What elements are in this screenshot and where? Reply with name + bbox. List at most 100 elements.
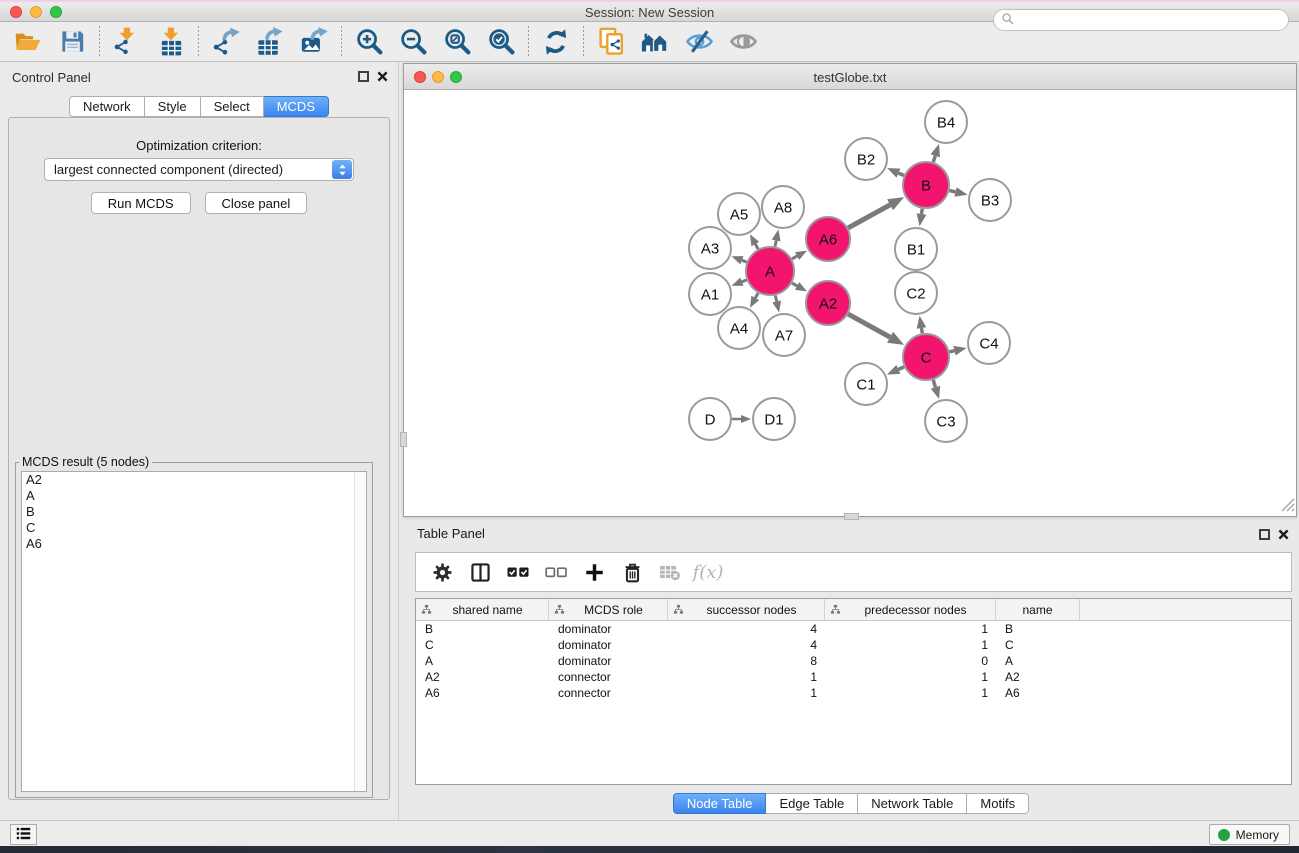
table-cell[interactable]: dominator [549, 637, 668, 653]
graph-node-B1[interactable] [895, 228, 937, 270]
delete-column-icon[interactable] [616, 556, 648, 588]
graph-node-A5[interactable] [718, 193, 760, 235]
graph-node-B2[interactable] [845, 138, 887, 180]
mcds-result-item[interactable]: A [22, 488, 366, 504]
table-cell[interactable]: A2 [416, 669, 549, 685]
graph-node-A6[interactable] [806, 217, 850, 261]
export-table-icon[interactable] [248, 24, 292, 60]
table-cell[interactable]: 1 [825, 685, 996, 701]
result-scrollbar[interactable] [354, 472, 366, 791]
graph-edge[interactable] [792, 283, 797, 286]
graph-node-A8[interactable] [762, 186, 804, 228]
table-row[interactable]: Bdominator41B [416, 621, 1291, 637]
graph-edge[interactable] [755, 244, 758, 249]
column-header-successor-nodes[interactable]: successor nodes [668, 599, 825, 620]
tab-style[interactable]: Style [145, 96, 201, 117]
graph-node-B[interactable] [903, 162, 949, 208]
table-tab-edge-table[interactable]: Edge Table [766, 793, 858, 814]
close-panel-button[interactable]: Close panel [205, 192, 308, 214]
table-cell[interactable]: 1 [825, 669, 996, 685]
graph-node-A4[interactable] [718, 307, 760, 349]
table-cell[interactable]: 1 [825, 621, 996, 637]
zoom-selected-icon[interactable] [479, 24, 523, 60]
table-cell[interactable]: B [996, 621, 1080, 637]
table-tab-motifs[interactable]: Motifs [967, 793, 1029, 814]
show-panel-icon[interactable] [721, 24, 765, 60]
network-window-titlebar[interactable]: testGlobe.txt [404, 64, 1296, 90]
table-float-panel-icon[interactable] [1259, 529, 1270, 540]
table-cell[interactable]: 1 [668, 685, 825, 701]
graph-edge[interactable] [775, 295, 776, 301]
graph-edge[interactable] [775, 241, 776, 247]
column-visibility-icon[interactable] [464, 556, 496, 588]
graph-node-D1[interactable] [753, 398, 795, 440]
network-canvas[interactable]: B4B2BB3A8A5A6A3B1AA1C2A2A4A7CC1C4C3DD1 [404, 90, 1296, 516]
graph-node-C1[interactable] [845, 363, 887, 405]
table-cell[interactable]: B [416, 621, 549, 637]
column-header-shared-name[interactable]: shared name [416, 599, 549, 620]
deselect-all-icon[interactable] [540, 556, 572, 588]
table-cell[interactable]: dominator [549, 621, 668, 637]
graph-edge[interactable] [742, 280, 747, 282]
graph-node-C4[interactable] [968, 322, 1010, 364]
table-tab-node-table[interactable]: Node Table [673, 793, 767, 814]
graph-edge[interactable] [899, 173, 905, 175]
table-row[interactable]: Cdominator41C [416, 637, 1291, 653]
refresh-icon[interactable] [534, 24, 578, 60]
mcds-result-item[interactable]: A6 [22, 536, 366, 552]
clone-network-icon[interactable] [589, 24, 633, 60]
graph-node-C3[interactable] [925, 400, 967, 442]
table-row[interactable]: A2connector11A2 [416, 669, 1291, 685]
splitter-grip-vertical[interactable] [400, 432, 407, 447]
column-header-name[interactable]: name [996, 599, 1080, 620]
graph-node-A2[interactable] [806, 281, 850, 325]
table-cell[interactable]: A6 [416, 685, 549, 701]
select-all-icon[interactable] [502, 556, 534, 588]
mcds-result-item[interactable]: B [22, 504, 366, 520]
graph-edge[interactable] [949, 351, 954, 352]
table-cell[interactable]: connector [549, 685, 668, 701]
open-file-icon[interactable] [6, 24, 50, 60]
export-network-icon[interactable] [204, 24, 248, 60]
graph-edge[interactable] [792, 256, 797, 259]
run-mcds-button[interactable]: Run MCDS [91, 192, 191, 214]
export-image-icon[interactable] [292, 24, 336, 60]
graph-edge[interactable] [898, 367, 904, 370]
import-network-icon[interactable] [105, 24, 149, 60]
mcds-result-item[interactable]: C [22, 520, 366, 536]
search-box[interactable] [993, 9, 1289, 31]
table-cell[interactable]: 0 [825, 653, 996, 669]
table-cell[interactable]: A [416, 653, 549, 669]
table-cell[interactable]: A6 [996, 685, 1080, 701]
import-table-icon[interactable] [149, 24, 193, 60]
task-history-button[interactable] [10, 824, 37, 845]
table-cell[interactable]: connector [549, 669, 668, 685]
graph-edge[interactable] [933, 380, 935, 387]
graph-node-A[interactable] [746, 247, 794, 295]
table-cell[interactable]: dominator [549, 653, 668, 669]
memory-button[interactable]: Memory [1209, 824, 1290, 845]
graph-node-A7[interactable] [763, 314, 805, 356]
tab-select[interactable]: Select [201, 96, 264, 117]
graph-edge[interactable] [755, 293, 758, 298]
table-cell[interactable]: 4 [668, 637, 825, 653]
graph-edge[interactable] [933, 156, 935, 162]
table-cell[interactable]: 4 [668, 621, 825, 637]
graph-node-C2[interactable] [895, 272, 937, 314]
graph-node-A1[interactable] [689, 273, 731, 315]
window-resize-grip[interactable] [1279, 496, 1295, 515]
open-browser-icon[interactable] [633, 24, 677, 60]
graph-node-C[interactable] [903, 334, 949, 380]
table-cell[interactable]: 1 [825, 637, 996, 653]
zoom-in-icon[interactable] [347, 24, 391, 60]
tab-mcds[interactable]: MCDS [264, 96, 329, 117]
tab-network[interactable]: Network [69, 96, 145, 117]
optimization-criterion-select[interactable]: largest connected component (directed) [44, 158, 354, 181]
zoom-out-icon[interactable] [391, 24, 435, 60]
close-panel-icon[interactable] [377, 71, 388, 82]
settings-gear-icon[interactable] [426, 556, 458, 588]
graph-node-B4[interactable] [925, 101, 967, 143]
column-header-predecessor-nodes[interactable]: predecessor nodes [825, 599, 996, 620]
table-cell[interactable]: 8 [668, 653, 825, 669]
add-column-icon[interactable] [578, 556, 610, 588]
